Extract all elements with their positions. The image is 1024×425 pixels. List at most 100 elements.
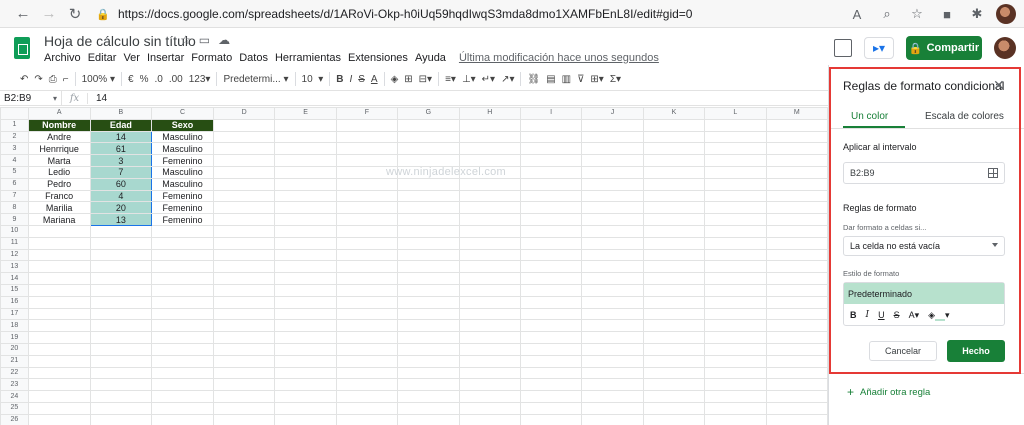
column-header[interactable]: C bbox=[151, 107, 214, 120]
sheet-cell[interactable] bbox=[704, 165, 767, 179]
sheet-cell[interactable] bbox=[89, 307, 153, 321]
sheet-cell[interactable] bbox=[642, 283, 706, 297]
row-header[interactable]: 8 bbox=[0, 201, 29, 215]
sheet-cell[interactable] bbox=[765, 413, 828, 425]
column-header[interactable]: E bbox=[274, 107, 337, 120]
sheet-cell[interactable] bbox=[765, 354, 828, 368]
sheet-cell[interactable]: 4 bbox=[89, 189, 153, 203]
row-header[interactable]: 9 bbox=[0, 213, 29, 226]
sheet-cell[interactable]: 60 bbox=[89, 177, 153, 191]
sheet-cell[interactable] bbox=[212, 213, 276, 226]
row-header[interactable]: 11 bbox=[0, 236, 29, 250]
sheet-cell[interactable] bbox=[274, 248, 337, 262]
sheet-cell[interactable] bbox=[765, 189, 828, 203]
favorite-icon[interactable]: ☆ bbox=[906, 3, 928, 25]
sheet-cell[interactable] bbox=[642, 142, 706, 156]
range-input[interactable]: B2:B9 bbox=[843, 162, 1005, 184]
sheet-cell[interactable] bbox=[458, 130, 521, 144]
share-button[interactable]: 🔒 Compartir bbox=[906, 36, 982, 60]
sheet-cell[interactable] bbox=[397, 142, 460, 156]
sheet-cell[interactable] bbox=[212, 307, 276, 321]
sheet-cell[interactable] bbox=[519, 236, 583, 250]
sheet-cell[interactable] bbox=[397, 213, 460, 226]
sheet-cell[interactable] bbox=[27, 248, 91, 262]
sheet-cell[interactable] bbox=[335, 401, 399, 415]
row-header[interactable]: 18 bbox=[0, 319, 29, 333]
sheet-cell[interactable] bbox=[519, 165, 583, 179]
sheet-cell[interactable] bbox=[212, 378, 276, 392]
sheet-cell[interactable] bbox=[642, 413, 706, 425]
sheet-cell[interactable] bbox=[704, 413, 767, 425]
forward-arrow-icon[interactable]: → bbox=[36, 3, 62, 25]
back-arrow-icon[interactable]: ← bbox=[10, 3, 36, 25]
sheet-cell[interactable] bbox=[581, 142, 644, 156]
sheet-cell[interactable] bbox=[151, 401, 214, 415]
sheet-cell[interactable] bbox=[212, 142, 276, 156]
row-header[interactable]: 2 bbox=[0, 130, 29, 144]
sheet-cell[interactable] bbox=[642, 390, 706, 403]
sheet-cell[interactable] bbox=[581, 118, 644, 132]
menu-ver[interactable]: Ver bbox=[123, 52, 140, 64]
sheet-cell[interactable] bbox=[581, 260, 644, 274]
sheet-cell[interactable] bbox=[397, 283, 460, 297]
sheet-cell[interactable] bbox=[212, 177, 276, 191]
menu-editar[interactable]: Editar bbox=[88, 52, 117, 64]
redo-icon[interactable]: ↷ bbox=[34, 74, 42, 85]
fill-color-icon[interactable]: ◈ ▾ bbox=[928, 310, 950, 321]
sheet-cell[interactable] bbox=[274, 401, 337, 415]
star-icon[interactable]: ☆ bbox=[180, 33, 191, 47]
sheet-cell[interactable] bbox=[765, 154, 828, 167]
sheet-cell[interactable] bbox=[458, 295, 521, 309]
sheet-cell[interactable] bbox=[642, 189, 706, 203]
sheet-cell[interactable] bbox=[212, 331, 276, 344]
sheet-cell[interactable] bbox=[765, 319, 828, 333]
sheet-cell[interactable] bbox=[519, 201, 583, 215]
sheet-cell[interactable]: Masculino bbox=[151, 130, 214, 144]
sheet-cell[interactable]: Femenino bbox=[151, 189, 214, 203]
sheet-cell[interactable] bbox=[89, 260, 153, 274]
row-header[interactable]: 26 bbox=[0, 413, 29, 425]
sheet-cell[interactable] bbox=[581, 319, 644, 333]
row-header[interactable]: 4 bbox=[0, 154, 29, 167]
row-header[interactable]: 16 bbox=[0, 295, 29, 309]
fill-color-icon[interactable]: ◈ bbox=[391, 74, 399, 85]
style-preview[interactable]: Predeterminado bbox=[844, 283, 1004, 304]
sheet-cell[interactable] bbox=[581, 295, 644, 309]
menu-extensiones[interactable]: Extensiones bbox=[348, 52, 408, 64]
sheet-cell[interactable] bbox=[765, 224, 828, 238]
sheet-cell[interactable] bbox=[397, 154, 460, 167]
sheet-cell[interactable] bbox=[89, 401, 153, 415]
sheet-cell[interactable] bbox=[89, 390, 153, 403]
row-header[interactable]: 17 bbox=[0, 307, 29, 321]
sheet-cell[interactable] bbox=[704, 260, 767, 274]
sheet-cell[interactable] bbox=[704, 342, 767, 356]
sheet-cell[interactable] bbox=[765, 130, 828, 144]
sheet-cell[interactable] bbox=[519, 307, 583, 321]
sheet-cell[interactable]: Sexo bbox=[151, 118, 214, 132]
sheet-cell[interactable] bbox=[642, 165, 706, 179]
sheet-cell[interactable] bbox=[765, 201, 828, 215]
sheet-cell[interactable]: 61 bbox=[89, 142, 153, 156]
sheet-cell[interactable] bbox=[397, 130, 460, 144]
row-header[interactable]: 12 bbox=[0, 248, 29, 262]
sheet-cell[interactable] bbox=[704, 366, 767, 380]
sheet-cell[interactable] bbox=[765, 272, 828, 285]
sheet-cell[interactable] bbox=[704, 401, 767, 415]
sheet-cell[interactable] bbox=[458, 413, 521, 425]
sheet-cell[interactable] bbox=[581, 130, 644, 144]
sheet-cell[interactable] bbox=[458, 189, 521, 203]
column-header[interactable]: H bbox=[458, 107, 521, 120]
paint-format-icon[interactable]: ⌐ bbox=[63, 74, 69, 85]
sheet-cell[interactable] bbox=[335, 342, 399, 356]
sheet-cell[interactable]: Marilia bbox=[27, 201, 91, 215]
sheet-cell[interactable] bbox=[274, 331, 337, 344]
sheet-cell[interactable] bbox=[765, 177, 828, 191]
cloud-status-icon[interactable]: ☁ bbox=[218, 33, 230, 47]
sheet-cell[interactable] bbox=[765, 165, 828, 179]
row-header[interactable]: 13 bbox=[0, 260, 29, 274]
sheet-cell[interactable] bbox=[89, 342, 153, 356]
sheet-cell[interactable] bbox=[397, 401, 460, 415]
sheet-cell[interactable] bbox=[212, 390, 276, 403]
tab-color-scale[interactable]: Escala de colores bbox=[925, 111, 1004, 122]
sheet-cell[interactable]: Henrrique bbox=[27, 142, 91, 156]
